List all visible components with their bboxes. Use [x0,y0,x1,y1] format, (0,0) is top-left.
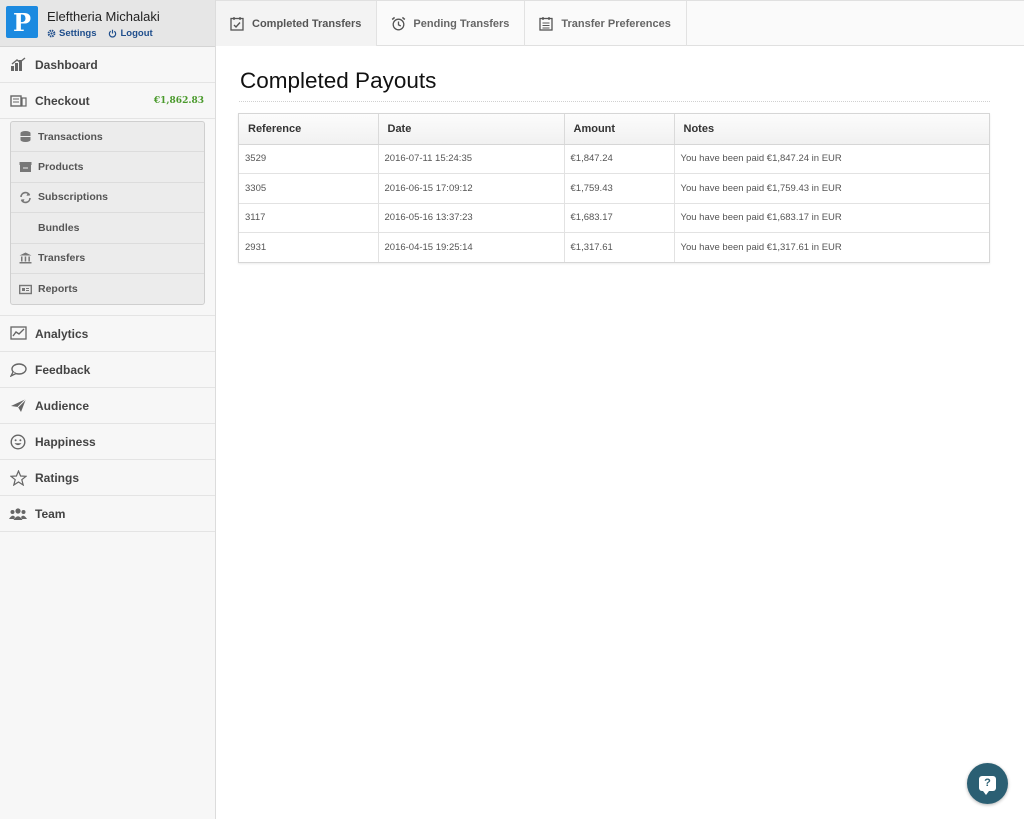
sidebar-item-happiness[interactable]: Happiness [0,424,215,461]
coins-icon [18,130,32,144]
tab-completed-transfers[interactable]: Completed Transfers [216,1,378,46]
line-chart-icon [9,325,27,343]
cell-amount: €1,317.61 [564,232,675,263]
checkout-balance: €1,862.83 [153,95,204,106]
sidebar-item-checkout[interactable]: Checkout €1,862.83 [0,83,215,119]
payouts-table: Reference Date Amount Notes 3529 2016-07… [238,113,990,264]
sidebar-item-bundles[interactable]: Bundles [11,213,204,244]
sidebar-item-label: Team [35,506,66,521]
checkout-submenu-wrap: Transactions Products Subscriptions Bund… [0,119,215,317]
table-row: 2931 2016-04-15 19:25:14 €1,317.61 You h… [239,232,989,263]
column-header-amount[interactable]: Amount [564,114,675,145]
gear-icon [47,29,56,38]
bank-icon [18,251,32,265]
cell-date: 2016-07-11 15:24:35 [378,144,565,175]
column-header-reference[interactable]: Reference [239,114,379,145]
paper-plane-icon [9,397,27,415]
dashboard-icon [9,56,27,74]
cell-notes: You have been paid €1,759.43 in EUR [674,173,989,204]
sidebar-item-products[interactable]: Products [11,152,204,183]
sidebar-item-label: Feedback [35,362,91,377]
settings-link[interactable]: Settings [47,28,96,39]
cell-notes: You have been paid €1,683.17 in EUR [674,203,989,234]
alarm-clock-icon [390,16,406,32]
sidebar-item-transfers[interactable]: Transfers [11,244,204,274]
sidebar-subitem-label: Products [38,161,84,174]
title-divider [239,101,990,102]
table-row: 3529 2016-07-11 15:24:35 €1,847.24 You h… [239,144,989,175]
table-row: 3117 2016-05-16 13:37:23 €1,683.17 You h… [239,203,989,234]
calendar-list-icon [538,16,554,32]
report-icon [18,282,32,296]
cell-date: 2016-04-15 19:25:14 [378,232,565,263]
sidebar-item-label: Dashboard [35,57,98,72]
tab-label: Transfer Preferences [561,17,671,30]
main-content: Completed Payouts Reference Date Amount … [216,46,1024,819]
transfer-tabs: Completed Transfers Pending Transfers Tr… [216,0,1024,46]
tab-label: Pending Transfers [413,17,510,30]
column-header-notes[interactable]: Notes [674,114,989,145]
product-box-icon [18,160,32,174]
register-icon [9,92,27,110]
cell-date: 2016-05-16 13:37:23 [378,203,565,234]
smiley-icon [9,433,27,451]
star-icon [9,469,27,487]
sidebar-subitem-label: Transactions [38,130,103,143]
page-title: Completed Payouts [240,68,437,93]
settings-label: Settings [59,28,97,39]
sidebar-subitem-label: Reports [38,283,78,296]
sidebar-item-team[interactable]: Team [0,496,215,533]
sidebar-item-feedback[interactable]: Feedback [0,352,215,389]
tab-transfer-preferences[interactable]: Transfer Preferences [525,1,687,46]
sidebar-item-subscriptions[interactable]: Subscriptions [11,183,204,214]
sidebar-item-dashboard[interactable]: Dashboard [0,47,215,83]
cell-reference: 3529 [239,144,379,175]
help-bubble-icon: ? [979,776,996,795]
column-header-date[interactable]: Date [378,114,565,145]
refresh-icon [18,190,32,204]
sidebar-item-label: Checkout [35,93,90,108]
help-chat-button[interactable]: ? [967,763,1008,804]
sidebar-subitem-label: Subscriptions [38,191,109,204]
sidebar: P Eleftheria Michalaki Settings Logout D… [0,0,216,819]
cell-notes: You have been paid €1,847.24 in EUR [674,144,989,175]
tab-label: Completed Transfers [252,17,362,30]
team-icon [9,505,27,523]
sidebar-item-reports[interactable]: Reports [11,274,204,304]
cell-date: 2016-06-15 17:09:12 [378,173,565,204]
sidebar-subitem-label: Bundles [38,221,80,234]
cell-amount: €1,847.24 [564,144,675,175]
cell-reference: 3117 [239,203,379,234]
table-row: 3305 2016-06-15 17:09:12 €1,759.43 You h… [239,173,989,204]
user-name: Eleftheria Michalaki [47,9,160,24]
sidebar-item-audience[interactable]: Audience [0,388,215,425]
cell-reference: 3305 [239,173,379,204]
sidebar-item-label: Ratings [35,470,80,485]
sidebar-item-label: Happiness [35,434,96,449]
logout-label: Logout [120,28,153,39]
sidebar-subitem-label: Transfers [38,252,86,265]
tab-pending-transfers[interactable]: Pending Transfers [377,1,526,46]
cell-amount: €1,683.17 [564,203,675,234]
chat-bubble-icon [9,361,27,379]
sidebar-item-label: Analytics [35,326,89,341]
cell-amount: €1,759.43 [564,173,675,204]
cell-notes: You have been paid €1,317.61 in EUR [674,232,989,263]
checkout-submenu: Transactions Products Subscriptions Bund… [10,121,205,306]
cell-reference: 2931 [239,232,379,263]
user-links: Settings Logout [47,28,153,39]
sidebar-item-analytics[interactable]: Analytics [0,316,215,353]
power-icon [109,29,117,38]
user-box: P Eleftheria Michalaki Settings Logout [0,0,215,47]
sidebar-item-transactions[interactable]: Transactions [11,122,204,153]
app-logo[interactable]: P [6,6,38,38]
sidebar-item-ratings[interactable]: Ratings [0,460,215,497]
table-header-row: Reference Date Amount Notes [239,114,989,145]
calendar-check-icon [229,16,245,32]
sidebar-item-label: Audience [35,398,90,413]
logout-link[interactable]: Logout [108,28,153,39]
